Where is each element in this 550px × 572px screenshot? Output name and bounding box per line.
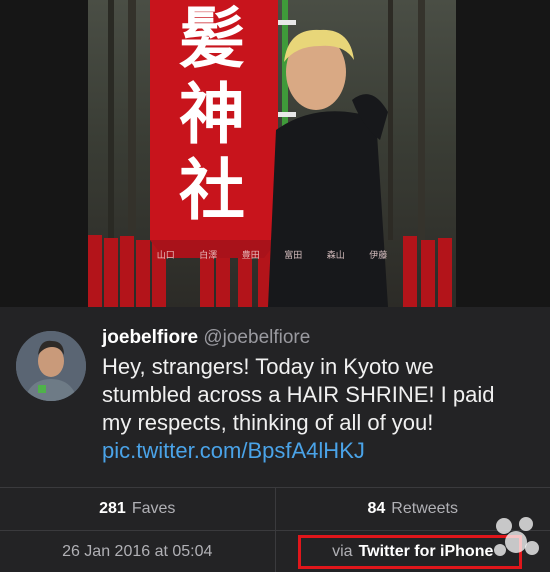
author-row: joebelfiore @joebelfiore xyxy=(102,327,310,349)
faves-stat[interactable]: 281 Faves xyxy=(0,488,275,530)
tweet-text: Hey, strangers! Today in Kyoto we stumbl… xyxy=(102,353,522,465)
retweets-count: 84 xyxy=(367,500,386,517)
highlight-box xyxy=(298,535,522,569)
tweet-stats: 281 Faves 84 Retweets xyxy=(0,487,550,530)
shrine-plaque-text: 山口 白澤 豊田 富田 森山 伊藤 xyxy=(156,250,388,260)
tweet-photo[interactable]: 髪神社 山口 白澤 豊田 富田 森山 伊藤 xyxy=(0,0,550,307)
retweets-label: Retweets xyxy=(391,500,458,517)
user-handle[interactable]: @joebelfiore xyxy=(203,327,310,348)
tweet-body: Hey, strangers! Today in Kyoto we stumbl… xyxy=(102,354,495,435)
tweet-photo-link[interactable]: pic.twitter.com/BpsfA4lHKJ xyxy=(102,438,365,463)
avatar[interactable] xyxy=(16,331,86,401)
tweet-card: joebelfiore @joebelfiore Hey, strangers!… xyxy=(0,307,550,487)
shrine-photo: 髪神社 山口 白澤 豊田 富田 森山 伊藤 xyxy=(88,0,456,307)
shrine-banner-text: 髪神社 xyxy=(179,0,245,229)
timestamp: 26 Jan 2016 at 05:04 xyxy=(62,542,213,560)
watermark-icon xyxy=(494,517,539,556)
faves-label: Faves xyxy=(131,500,176,517)
faves-count: 281 xyxy=(99,500,126,517)
display-name[interactable]: joebelfiore xyxy=(102,327,198,348)
